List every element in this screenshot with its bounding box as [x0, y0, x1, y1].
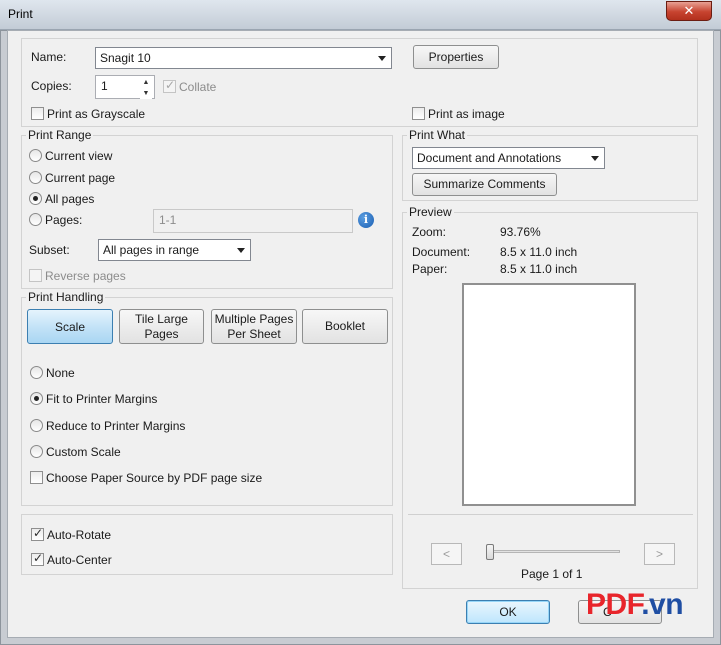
printer-name-value: Snagit 10: [100, 51, 151, 65]
auto-rotate-checkbox[interactable]: [31, 526, 44, 541]
print-what-title: Print What: [407, 128, 468, 142]
grayscale-label: Print as Grayscale: [47, 107, 146, 121]
page-slider-track[interactable]: [489, 550, 620, 553]
preview-page: [462, 283, 636, 506]
copies-spin-up-icon[interactable]: ▲: [140, 77, 152, 88]
collate-checkbox[interactable]: [163, 78, 176, 93]
chevron-down-icon: [591, 156, 599, 161]
auto-center-checkbox[interactable]: [31, 551, 44, 566]
custom-scale-radio[interactable]: [30, 445, 43, 458]
copies-spin-down-icon[interactable]: ▼: [140, 88, 152, 99]
paper-source-checkbox[interactable]: [30, 471, 43, 484]
pages-input[interactable]: 1-1: [153, 209, 353, 233]
close-icon[interactable]: ✕: [666, 1, 712, 21]
subset-label: Subset:: [29, 243, 70, 257]
reduce-to-margins-radio[interactable]: [30, 419, 43, 432]
subset-value: All pages in range: [103, 243, 200, 257]
paper-size-value: 8.5 x 11.0 inch: [500, 262, 578, 276]
print-range-title: Print Range: [26, 128, 94, 142]
fit-to-margins-radio[interactable]: [30, 392, 43, 405]
pages-label: Pages:: [45, 213, 83, 227]
print-as-image-label: Print as image: [428, 107, 505, 121]
subset-select[interactable]: All pages in range: [98, 239, 251, 261]
print-what-select[interactable]: Document and Annotations: [412, 147, 605, 169]
properties-button[interactable]: Properties: [413, 45, 499, 69]
window-title: Print: [8, 7, 33, 21]
document-size-label: Document:: [412, 245, 471, 259]
booklet-tab[interactable]: Booklet: [302, 309, 388, 344]
next-page-button[interactable]: >: [644, 543, 675, 565]
document-size-value: 8.5 x 11.0 inch: [500, 245, 578, 259]
current-page-radio[interactable]: [29, 171, 42, 184]
watermark-logo: PDF.vn: [586, 588, 684, 622]
watermark-part1: PDF: [586, 588, 642, 621]
scale-none-label: None: [46, 366, 75, 380]
reverse-pages-label: Reverse pages: [45, 269, 126, 283]
printer-name-label: Name:: [31, 50, 67, 64]
scale-none-radio[interactable]: [30, 366, 43, 379]
pages-radio[interactable]: [29, 213, 42, 226]
print-handling-title: Print Handling: [26, 290, 106, 304]
multiple-pages-tab[interactable]: Multiple Pages Per Sheet: [211, 309, 297, 344]
previous-page-button[interactable]: <: [431, 543, 462, 565]
auto-rotate-label: Auto-Rotate: [47, 528, 112, 542]
page-slider-thumb[interactable]: [486, 544, 494, 560]
current-view-radio[interactable]: [29, 149, 42, 162]
zoom-value: 93.76%: [500, 225, 541, 239]
fit-to-margins-label: Fit to Printer Margins: [46, 392, 158, 406]
copies-label: Copies:: [31, 79, 72, 93]
chevron-down-icon: [237, 248, 245, 253]
printer-name-select[interactable]: Snagit 10: [95, 47, 392, 69]
all-pages-radio[interactable]: [29, 192, 42, 205]
ok-button[interactable]: OK: [466, 600, 550, 624]
print-what-value: Document and Annotations: [417, 151, 562, 165]
title-bar: [0, 0, 721, 30]
zoom-label: Zoom:: [412, 225, 447, 239]
summarize-comments-button[interactable]: Summarize Comments: [412, 173, 557, 196]
auto-center-label: Auto-Center: [47, 553, 112, 567]
paper-source-label: Choose Paper Source by PDF page size: [46, 471, 263, 485]
tile-large-pages-tab[interactable]: Tile Large Pages: [119, 309, 204, 344]
scale-tab[interactable]: Scale: [27, 309, 113, 344]
grayscale-checkbox[interactable]: [31, 107, 44, 120]
preview-title: Preview: [407, 205, 454, 219]
reduce-to-margins-label: Reduce to Printer Margins: [46, 419, 186, 433]
paper-size-label: Paper:: [412, 262, 448, 276]
print-as-image-checkbox[interactable]: [412, 107, 425, 120]
reverse-pages-checkbox[interactable]: [29, 269, 42, 282]
collate-label: Collate: [179, 80, 217, 94]
info-icon[interactable]: i: [358, 212, 374, 228]
all-pages-label: All pages: [45, 192, 95, 206]
current-page-label: Current page: [45, 171, 116, 185]
custom-scale-label: Custom Scale: [46, 445, 121, 459]
preview-divider: [408, 514, 693, 515]
current-view-label: Current view: [45, 149, 113, 163]
chevron-down-icon: [378, 56, 386, 61]
page-indicator: Page 1 of 1: [521, 567, 583, 581]
watermark-part2: .vn: [641, 588, 684, 621]
